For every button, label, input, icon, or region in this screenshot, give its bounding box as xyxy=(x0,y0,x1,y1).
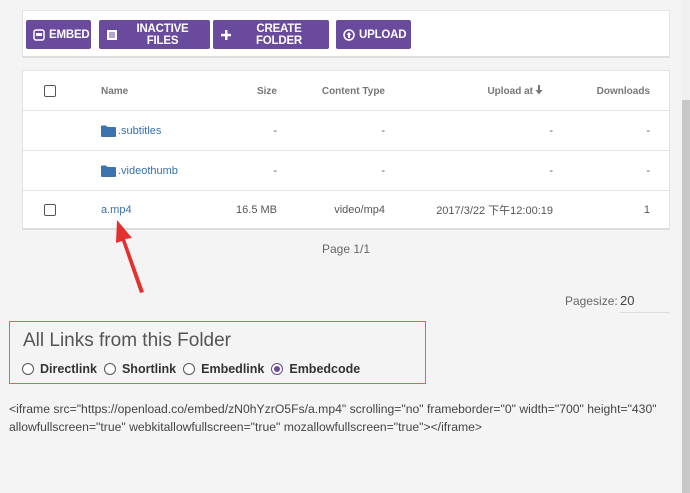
folder-link-videothumb[interactable]: .videothumb xyxy=(118,165,178,177)
select-all-checkbox[interactable] xyxy=(44,85,56,97)
create-folder-button[interactable]: CREATE FOLDER xyxy=(213,20,329,49)
toolbar: EMBED INACTIVE FILES CREATE FOLDER UPLOA… xyxy=(22,10,670,58)
file-list-icon xyxy=(106,29,118,41)
radio-label: Directlink xyxy=(40,362,97,376)
radio-shortlink[interactable]: Shortlink xyxy=(103,362,178,376)
links-panel: All Links from this Folder Directlink Sh… xyxy=(9,321,426,384)
embed-icon xyxy=(33,28,45,41)
pagesize-label: Pagesize: xyxy=(565,294,618,308)
upload-icon xyxy=(343,28,355,41)
radio-circle[interactable] xyxy=(183,363,196,375)
table-row[interactable]: .subtitles - - - - xyxy=(23,111,669,151)
radio-directlink[interactable]: Directlink xyxy=(22,362,99,376)
table-row[interactable]: .videothumb - - - - xyxy=(23,151,669,191)
downloads-cell: - xyxy=(646,125,650,137)
upload-at-cell: 2017/3/22 下午12:00:19 xyxy=(436,205,553,217)
content-type-cell: video/mp4 xyxy=(334,204,385,216)
radio-circle[interactable] xyxy=(22,363,34,375)
links-title: All Links from this Folder xyxy=(23,330,232,351)
file-link-a-mp4[interactable]: a.mp4 xyxy=(101,204,132,216)
header-upload-at-label: Upload at xyxy=(487,85,533,97)
radio-embedcode[interactable]: Embedcode xyxy=(271,362,362,376)
radio-label: Embedlink xyxy=(201,362,265,376)
upload-at-cell: - xyxy=(549,125,553,137)
header-downloads[interactable]: Downloads xyxy=(583,71,650,111)
folder-icon xyxy=(101,125,116,137)
header-name[interactable]: Name xyxy=(101,71,128,111)
upload-at-cell: - xyxy=(549,165,553,177)
create-folder-button-label: CREATE FOLDER xyxy=(255,22,303,47)
radio-embedlink[interactable]: Embedlink xyxy=(183,362,266,376)
scrollbar-track[interactable] xyxy=(682,0,690,493)
plus-icon xyxy=(220,29,232,41)
row-checkbox[interactable] xyxy=(44,204,56,216)
table-header-row: Name Size Content Type Upload at Downloa… xyxy=(23,71,669,111)
folder-link-subtitles[interactable]: .subtitles xyxy=(118,125,161,137)
downloads-cell: - xyxy=(646,165,650,177)
inactive-files-button-label: INACTIVE FILES xyxy=(136,22,189,47)
radio-circle-selected[interactable] xyxy=(271,363,284,375)
file-table: Name Size Content Type Upload at Downloa… xyxy=(22,70,670,230)
size-cell: - xyxy=(273,165,277,177)
embed-code-text[interactable]: <iframe src="https://openload.co/embed/z… xyxy=(9,400,681,436)
sort-down-icon xyxy=(535,84,543,98)
scrollbar-thumb[interactable] xyxy=(682,100,690,493)
embed-button[interactable]: EMBED xyxy=(26,20,91,49)
upload-button[interactable]: UPLOAD xyxy=(336,20,411,49)
header-content-type[interactable]: Content Type xyxy=(303,71,385,111)
header-upload-at[interactable]: Upload at xyxy=(463,71,543,111)
link-type-radio-group: Directlink Shortlink Embedlink Embedcode xyxy=(22,362,364,376)
page-info: Page 1/1 xyxy=(322,242,371,256)
radio-label: Embedcode xyxy=(289,362,361,376)
downloads-cell: 1 xyxy=(643,204,650,216)
radio-label: Shortlink xyxy=(121,362,177,376)
size-cell: - xyxy=(273,125,277,137)
embed-button-label: EMBED xyxy=(49,28,90,41)
radio-circle[interactable] xyxy=(103,363,116,375)
annotation-arrow xyxy=(116,220,144,293)
inactive-files-button[interactable]: INACTIVE FILES xyxy=(99,20,210,49)
pagesize-input[interactable]: 20 xyxy=(620,293,670,313)
content-type-cell: - xyxy=(381,165,385,177)
size-cell: 16.5 MB xyxy=(236,204,277,216)
header-size[interactable]: Size xyxy=(223,71,277,111)
content-type-cell: - xyxy=(381,125,385,137)
folder-icon xyxy=(101,165,116,177)
upload-button-label: UPLOAD xyxy=(359,28,407,41)
